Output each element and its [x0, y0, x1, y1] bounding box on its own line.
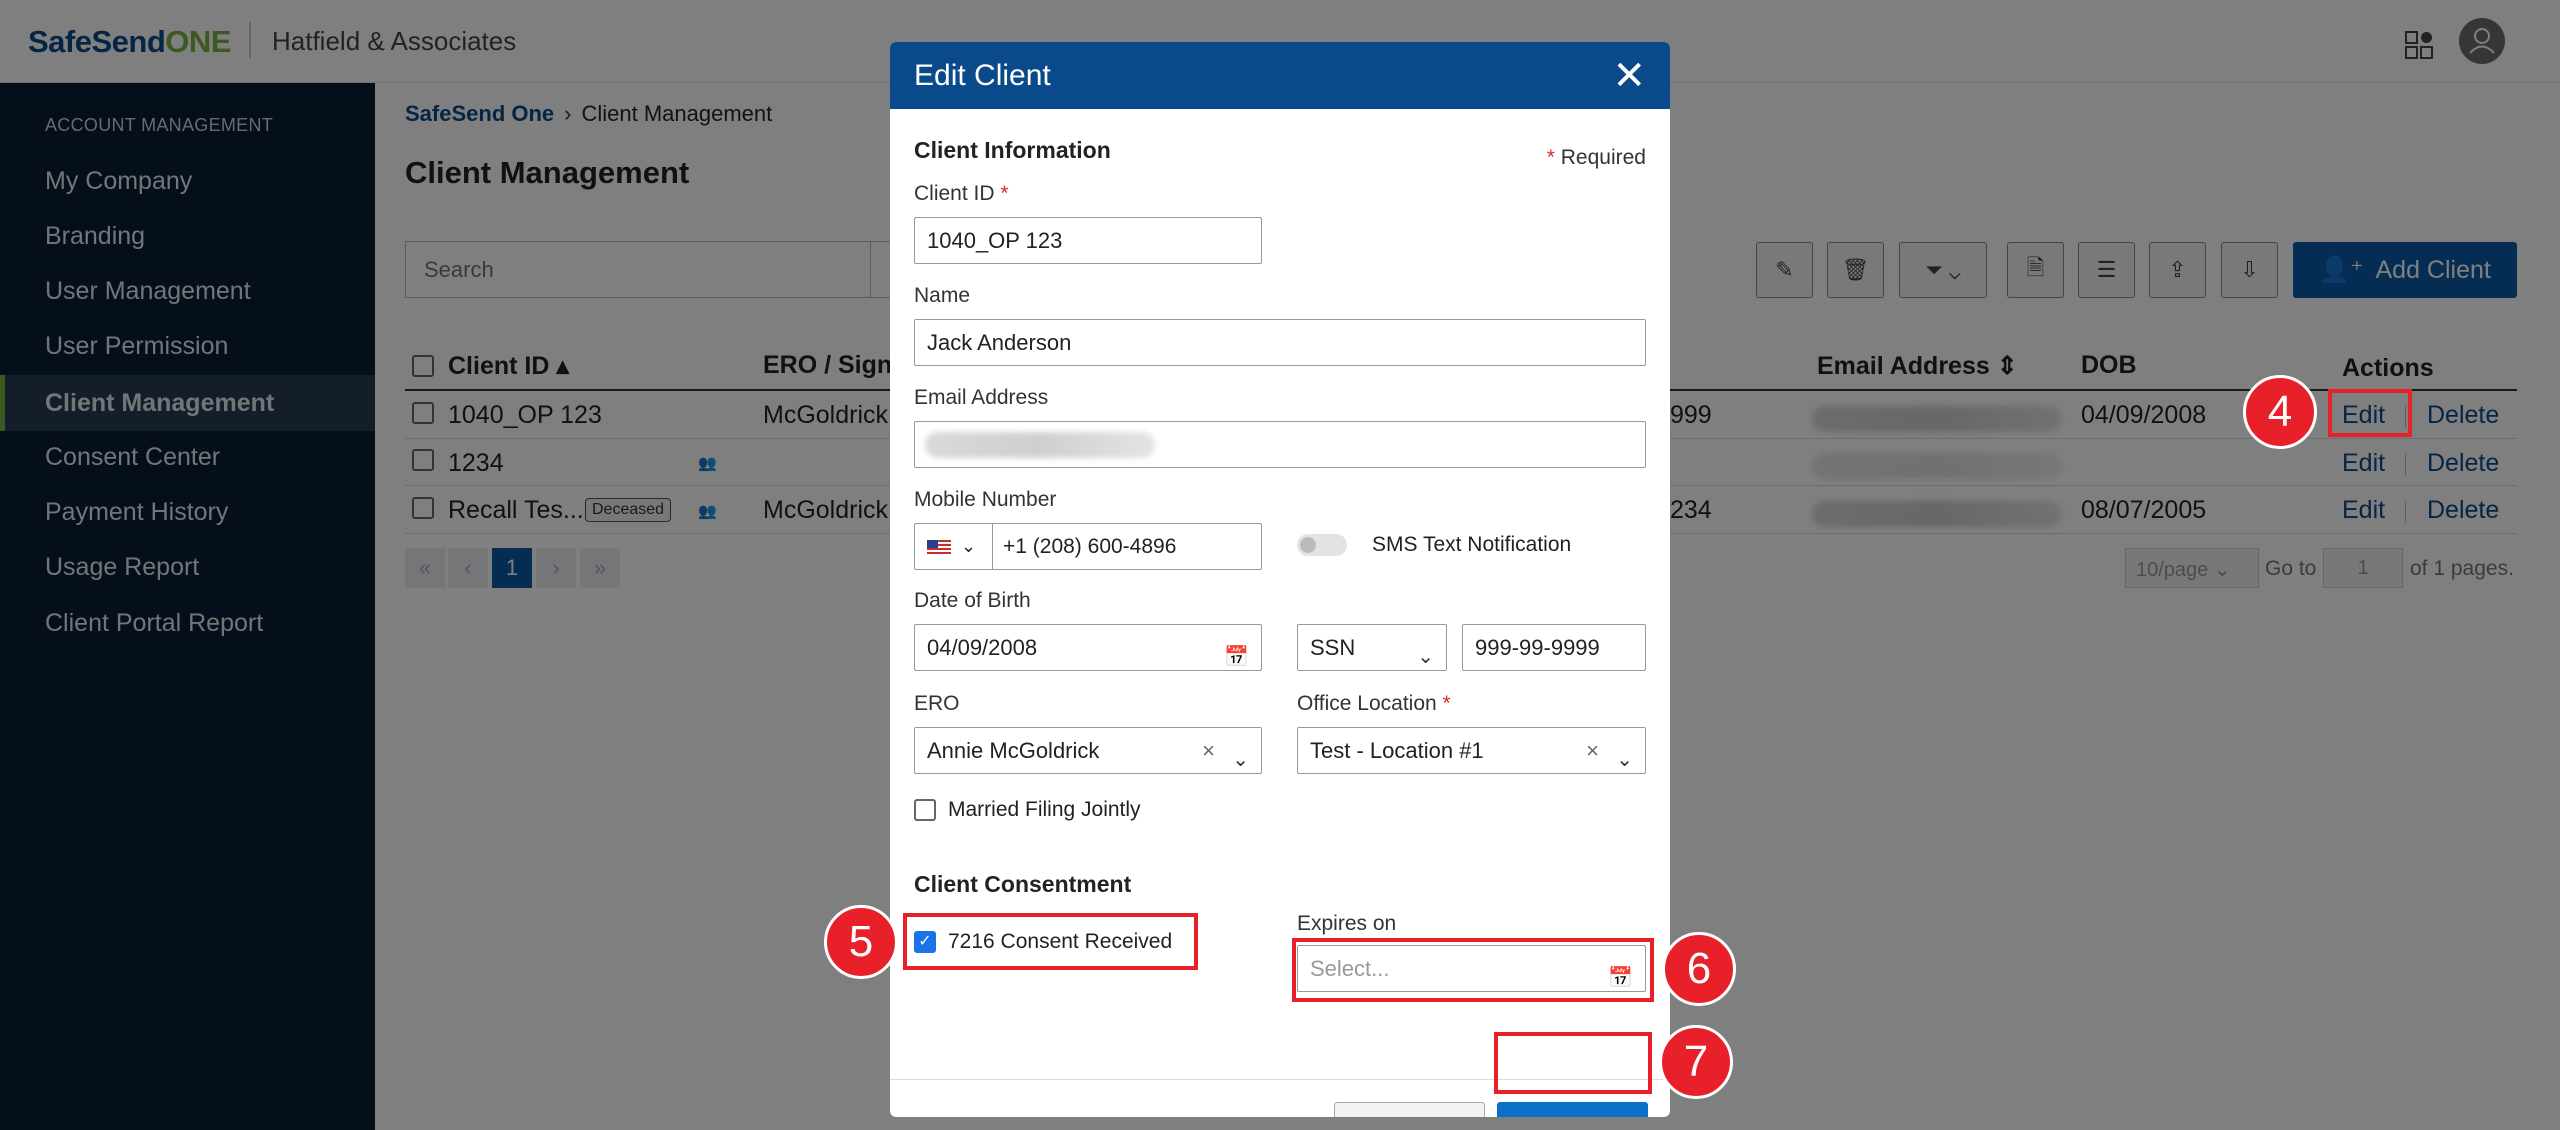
chevron-down-icon: ⌄ [1616, 749, 1633, 771]
step-5-marker: 5 [824, 905, 898, 979]
mobile-label: Mobile Number [914, 488, 1057, 511]
office-location-label: Office Location * [1297, 692, 1451, 715]
ero-select[interactable]: Annie McGoldrick × ⌄ [914, 727, 1262, 774]
dialog-title: Edit Client [914, 58, 1051, 92]
id-type-select[interactable]: SSN ⌄ [1297, 624, 1447, 671]
married-filing-jointly-label: Married Filing Jointly [948, 798, 1141, 821]
required-note: * Required [1546, 146, 1646, 169]
clear-icon[interactable]: × [1202, 728, 1215, 773]
sms-label: SMS Text Notification [1372, 533, 1572, 556]
section-client-consentment: Client Consentment [914, 871, 1132, 897]
chevron-down-icon: ⌄ [1417, 646, 1434, 668]
name-label: Name [914, 284, 971, 307]
highlight-consent-checkbox [903, 913, 1198, 970]
close-icon[interactable]: ✕ [1612, 56, 1646, 96]
office-location-select[interactable]: Test - Location #1 × ⌄ [1297, 727, 1646, 774]
chevron-down-icon: ⌄ [1232, 749, 1249, 771]
sms-toggle[interactable] [1297, 534, 1347, 556]
highlight-edit-link [2328, 389, 2412, 437]
section-client-information: Client Information [914, 137, 1111, 163]
step-6-marker: 6 [1662, 932, 1736, 1006]
highlight-expires-on [1292, 938, 1654, 1002]
clear-icon[interactable]: × [1586, 728, 1599, 773]
cancel-button[interactable]: Cancel [1334, 1102, 1485, 1117]
email-field[interactable] [914, 421, 1646, 468]
step-4-marker: 4 [2243, 375, 2317, 449]
expires-on-label: Expires on [1297, 912, 1397, 935]
chevron-down-icon: ⌄ [961, 536, 977, 556]
dialog-header: Edit Client ✕ [890, 42, 1670, 109]
us-flag-icon [927, 540, 951, 555]
calendar-icon[interactable]: 📅 [1224, 635, 1249, 680]
highlight-update-button [1494, 1032, 1652, 1094]
client-id-label: Client ID * [914, 182, 1009, 205]
email-label: Email Address [914, 386, 1049, 409]
dob-label: Date of Birth [914, 589, 1031, 612]
blurred-email [925, 432, 1155, 458]
ssn-field[interactable]: 999-99-9999 [1462, 624, 1646, 671]
mobile-field[interactable]: ⌄ +1 (208) 600-4896 [914, 523, 1262, 570]
step-7-marker: 7 [1659, 1025, 1733, 1099]
country-code-select[interactable]: ⌄ [915, 524, 993, 569]
name-field[interactable]: Jack Anderson [914, 319, 1646, 366]
ero-label: ERO [914, 692, 960, 715]
dob-field[interactable]: 04/09/2008 📅 [914, 624, 1262, 671]
client-id-field[interactable]: 1040_OP 123 [914, 217, 1262, 264]
married-filing-jointly-checkbox[interactable] [914, 799, 936, 821]
update-button[interactable]: Update [1497, 1102, 1648, 1117]
